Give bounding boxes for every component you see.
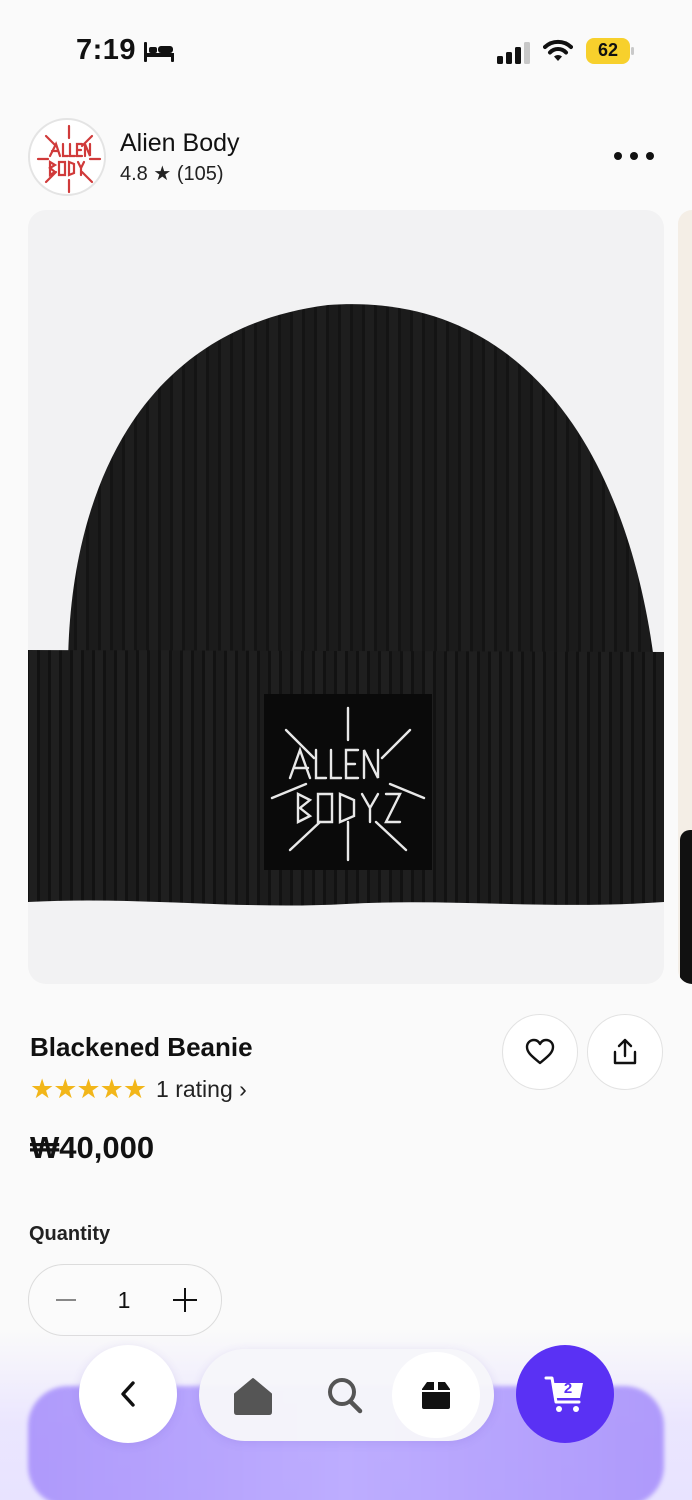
more-dot-icon (614, 152, 622, 160)
rating-link[interactable]: 1 rating › (156, 1076, 247, 1103)
beanie-photo-icon (28, 304, 664, 906)
shop-header: Alien Body 4.8 ★ (105) (28, 118, 664, 196)
favorite-button[interactable] (502, 1014, 578, 1090)
status-time: 7:19 (76, 34, 137, 66)
product-title: Blackened Beanie (30, 1032, 253, 1062)
cart-button[interactable]: 2 (516, 1345, 614, 1443)
back-chevron-icon (121, 1381, 135, 1407)
alien-body-logo-icon (36, 124, 102, 194)
status-bar: 7:19 62 (0, 0, 692, 100)
battery-icon: 62 (586, 38, 634, 64)
shop-rating[interactable]: 4.8 ★ (105) (120, 161, 224, 186)
product-price: ₩40,000 (30, 1130, 155, 1165)
orders-icon (422, 1382, 450, 1409)
more-dot-icon (646, 152, 654, 160)
battery-percentage: 62 (597, 40, 619, 60)
star-rating-icon: ★★★★★ (30, 1074, 147, 1104)
heart-icon (525, 1038, 555, 1065)
shop-name[interactable]: Alien Body (120, 129, 240, 158)
more-options-button[interactable] (614, 148, 654, 164)
search-icon[interactable] (325, 1374, 365, 1416)
shop-logo[interactable] (28, 118, 106, 196)
battery-cap (631, 47, 634, 55)
decrease-quantity-button[interactable] (53, 1287, 79, 1313)
orders-tab[interactable] (392, 1352, 480, 1438)
increase-quantity-button[interactable] (171, 1286, 199, 1314)
more-dot-icon (630, 152, 638, 160)
next-product-image[interactable] (678, 210, 692, 984)
quantity-stepper: 1 (28, 1264, 222, 1336)
quantity-label: Quantity (29, 1223, 111, 1245)
bottom-nav-pill (199, 1349, 494, 1441)
home-icon[interactable] (231, 1374, 275, 1416)
product-image[interactable] (28, 210, 664, 984)
wifi-icon (543, 39, 573, 61)
quantity-value: 1 (117, 1287, 131, 1313)
product-rating-row[interactable]: ★★★★★ 1 rating › (30, 1074, 247, 1104)
share-icon (613, 1038, 637, 1065)
bed-icon (144, 42, 174, 62)
cellular-signal-icon (497, 42, 530, 64)
cart-count-badge: 2 (563, 1380, 573, 1397)
share-button[interactable] (587, 1014, 663, 1090)
back-button[interactable] (79, 1345, 177, 1443)
